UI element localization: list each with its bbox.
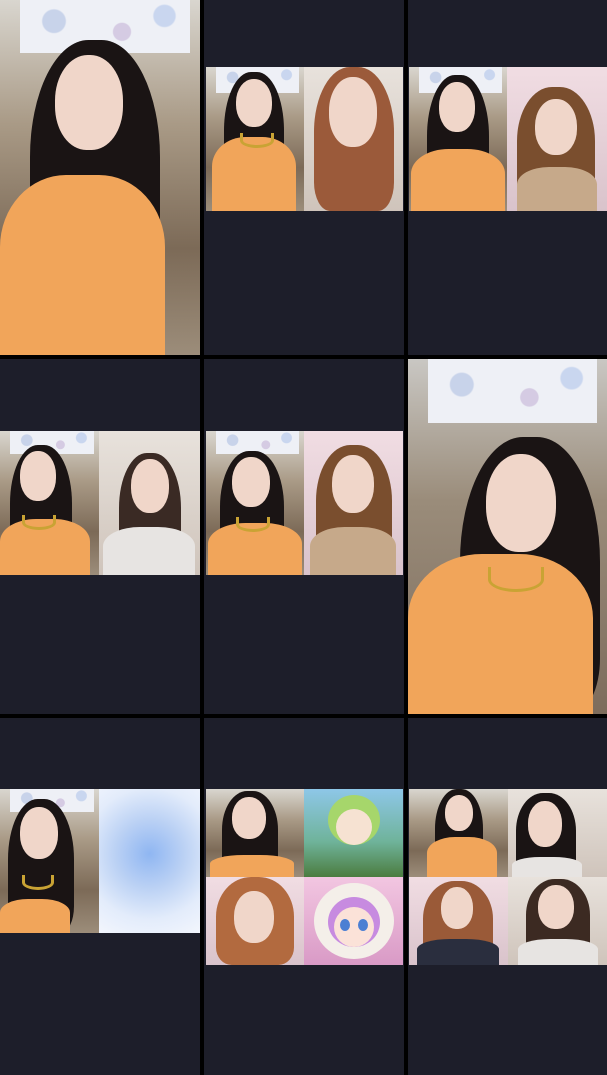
avatar-eye-right <box>358 919 368 931</box>
video-tile-host[interactable] <box>408 359 607 714</box>
host-necklace <box>488 567 544 592</box>
video-tile-avatar-pink[interactable] <box>304 877 403 965</box>
host-shirt <box>212 137 296 211</box>
guest-shirt <box>417 939 499 965</box>
guest-shirt <box>518 939 598 965</box>
host-shirt <box>411 149 505 211</box>
host-face <box>439 82 475 132</box>
guest-shirt <box>512 857 582 877</box>
video-tile-guest[interactable] <box>409 877 508 965</box>
stream-cell-8[interactable] <box>204 718 404 1075</box>
guest-face <box>332 455 374 513</box>
video-tile-guest[interactable] <box>508 789 607 877</box>
host-face <box>20 451 56 501</box>
host-shirt <box>427 837 497 877</box>
video-tile-host[interactable] <box>206 789 304 877</box>
stream-cell-2[interactable] <box>204 0 404 355</box>
video-tile-avatar-green[interactable] <box>304 789 403 877</box>
avatar-eye-left <box>340 919 350 931</box>
guest-face <box>528 801 562 847</box>
host-face <box>55 55 123 150</box>
video-tile-host[interactable] <box>0 431 99 575</box>
stream-cell-5[interactable] <box>204 359 404 714</box>
curtain-decor <box>427 359 598 423</box>
host-face <box>232 797 266 839</box>
video-tile-guest[interactable] <box>507 67 607 211</box>
avatar-green-face <box>336 809 372 845</box>
guest-face <box>234 891 274 943</box>
host-necklace <box>22 875 54 890</box>
guest-face <box>535 99 577 155</box>
video-tile-host[interactable] <box>206 431 304 575</box>
multi-stream-grid <box>0 0 607 1075</box>
host-shirt <box>210 855 294 877</box>
stream-cell-7[interactable] <box>0 718 200 1075</box>
host-shirt <box>0 175 165 355</box>
video-tile-host[interactable] <box>0 0 200 355</box>
stream-cell-6[interactable] <box>408 359 607 714</box>
stream-cell-9[interactable] <box>408 718 607 1075</box>
host-necklace <box>240 133 274 148</box>
host-face <box>20 807 58 859</box>
guest-face <box>131 459 169 513</box>
video-tile-guest[interactable] <box>508 877 607 965</box>
video-tile-host[interactable] <box>0 789 99 933</box>
host-face <box>236 79 272 127</box>
stream-cell-1[interactable] <box>0 0 200 355</box>
host-necklace <box>22 515 56 530</box>
guest-face <box>538 885 574 929</box>
stream-cell-4[interactable] <box>0 359 200 714</box>
host-necklace <box>236 517 270 532</box>
guest-face <box>329 77 377 147</box>
host-face <box>445 795 473 831</box>
stream-cell-3[interactable] <box>408 0 607 355</box>
video-tile-host[interactable] <box>409 67 507 211</box>
guest-face <box>441 887 473 929</box>
guest-shirt <box>103 527 195 575</box>
video-tile-blurred[interactable] <box>99 789 200 933</box>
video-tile-guest[interactable] <box>304 67 403 211</box>
video-tile-host[interactable] <box>409 789 508 877</box>
video-tile-guest[interactable] <box>206 877 304 965</box>
host-shirt <box>0 899 70 933</box>
guest-shirt <box>310 527 396 575</box>
host-face <box>232 457 270 507</box>
host-face <box>486 454 556 552</box>
video-tile-guest[interactable] <box>99 431 200 575</box>
guest-shirt <box>517 167 597 211</box>
video-tile-host[interactable] <box>206 67 304 211</box>
video-tile-guest[interactable] <box>304 431 403 575</box>
